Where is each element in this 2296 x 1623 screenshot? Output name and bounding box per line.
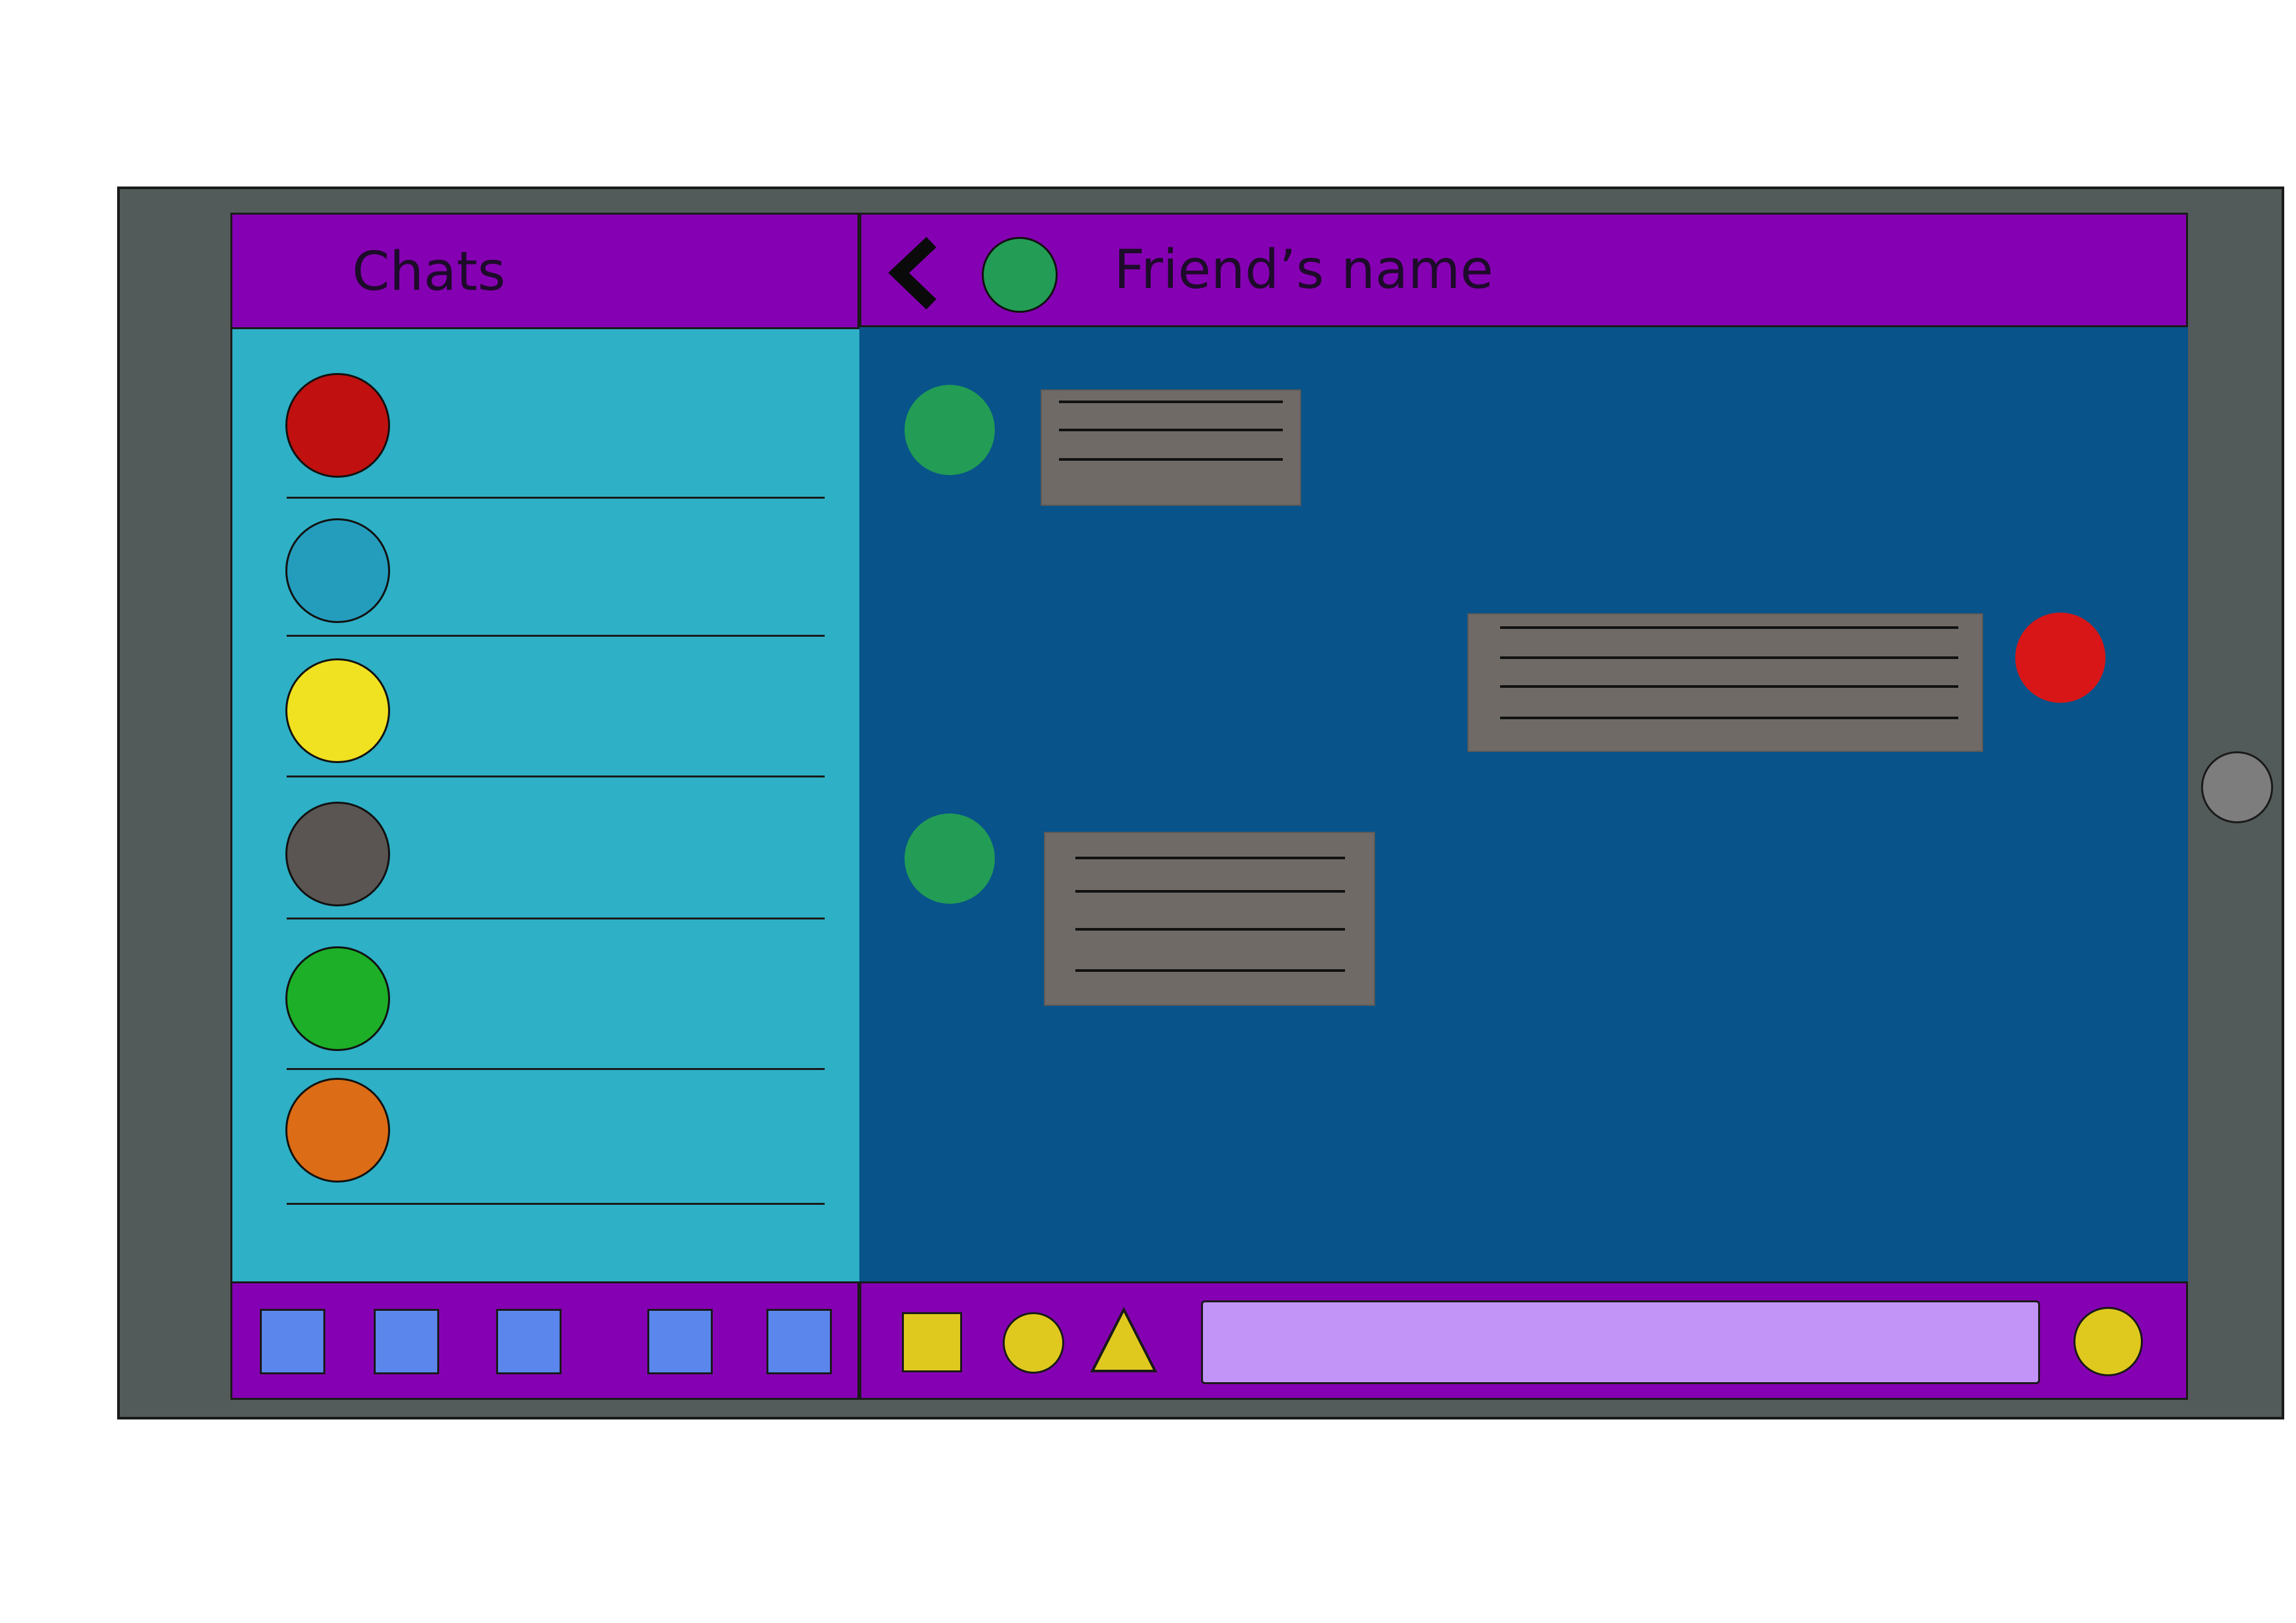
list-divider xyxy=(287,1068,825,1070)
message-input[interactable] xyxy=(1201,1300,2040,1384)
message-sender-avatar xyxy=(905,385,995,475)
nav-square-icon[interactable] xyxy=(647,1309,713,1374)
triangle-icon[interactable] xyxy=(1090,1306,1158,1374)
contact-avatar[interactable] xyxy=(285,373,390,478)
list-divider xyxy=(287,1203,825,1205)
circle-icon[interactable] xyxy=(1003,1312,1064,1374)
list-divider xyxy=(287,918,825,919)
nav-square-icon[interactable] xyxy=(496,1309,562,1374)
contact-avatar[interactable] xyxy=(285,1078,390,1183)
message-bubble xyxy=(1044,832,1375,1006)
friend-name: Friend’s name xyxy=(1114,239,1494,301)
message-bubble xyxy=(1041,389,1301,506)
chats-title: Chats xyxy=(352,241,506,303)
message-bubble xyxy=(1467,613,1983,752)
contact-avatar[interactable] xyxy=(285,946,390,1051)
nav-square-icon[interactable] xyxy=(260,1309,325,1374)
friend-avatar[interactable] xyxy=(982,237,1058,313)
home-button[interactable] xyxy=(2201,751,2273,823)
contact-avatar[interactable] xyxy=(285,658,390,763)
chats-header xyxy=(230,213,859,329)
chevron-left-icon[interactable] xyxy=(887,236,946,311)
list-divider xyxy=(287,635,825,637)
list-divider xyxy=(287,497,825,499)
conversation-header xyxy=(859,213,2188,327)
send-button[interactable] xyxy=(2073,1307,2143,1376)
contact-avatar[interactable] xyxy=(285,802,390,906)
nav-square-icon[interactable] xyxy=(374,1309,439,1374)
contact-avatar[interactable] xyxy=(285,518,390,623)
nav-square-icon[interactable] xyxy=(766,1309,832,1374)
square-icon[interactable] xyxy=(902,1312,962,1372)
list-divider xyxy=(287,776,825,777)
message-sender-avatar xyxy=(905,813,995,904)
message-sender-avatar xyxy=(2015,613,2106,703)
